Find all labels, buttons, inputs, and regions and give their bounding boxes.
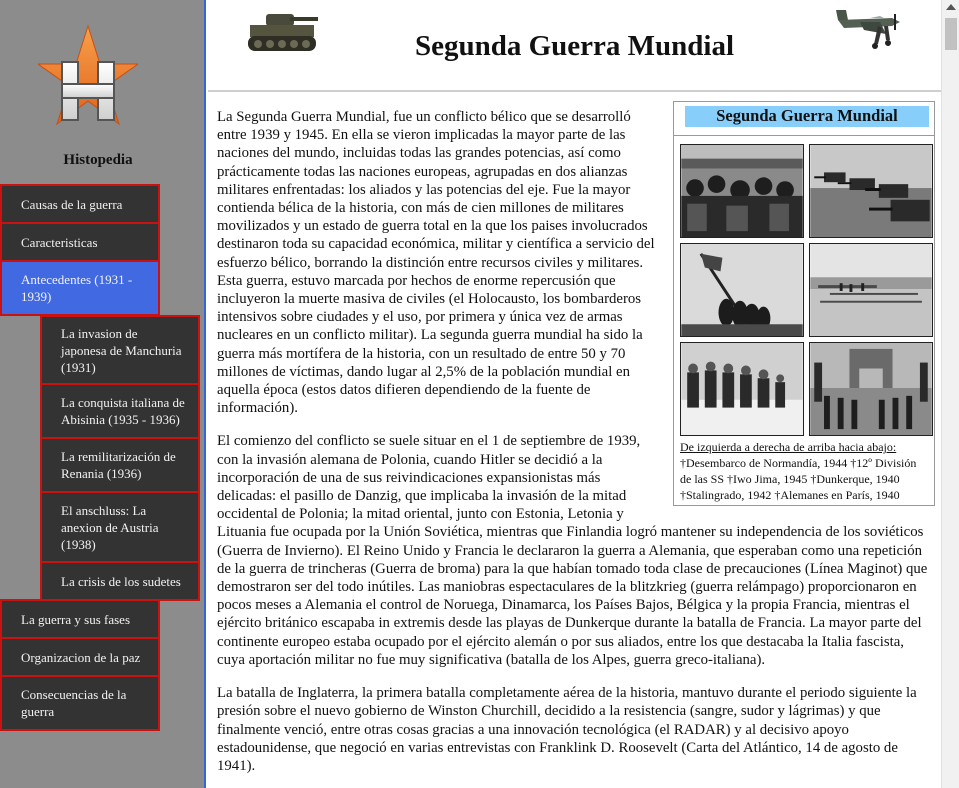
photo-normandy-landing[interactable] bbox=[680, 144, 804, 239]
nav-item-label: La crisis de los sudetes bbox=[61, 573, 181, 589]
nav-item-label: Causas de la guerra bbox=[21, 196, 123, 212]
nav-item-label: La conquista italiana de Abisinia (1935 … bbox=[61, 395, 185, 427]
nav-subitem-manchuria[interactable]: La invasion de japonesa de Manchuria (19… bbox=[40, 315, 200, 385]
nav-item-label: Organizacion de la paz bbox=[21, 649, 141, 665]
nav-item-consecuencias[interactable]: Consecuencias de la guerra bbox=[0, 675, 160, 731]
plane-icon bbox=[836, 10, 900, 49]
page-header: Segunda Guerra Mundial bbox=[208, 0, 941, 92]
article-content: Segunda Guerra Mundial De izquierda a de… bbox=[217, 101, 935, 788]
nav-item-paz[interactable]: Organizacion de la paz bbox=[0, 637, 160, 677]
photo-germans-in-paris[interactable] bbox=[809, 342, 933, 437]
infobox-divider bbox=[674, 135, 934, 137]
nav-item-fases[interactable]: La guerra y sus fases bbox=[0, 599, 160, 639]
photo-iwo-jima-flag[interactable] bbox=[680, 243, 804, 338]
photo-grid bbox=[680, 144, 933, 437]
sidebar: Histopedia Causas de la guerra Caracteri… bbox=[0, 0, 206, 788]
infobox-caption-title: De izquierda a derecha de arriba hacia a… bbox=[680, 440, 897, 455]
site-name: Histopedia bbox=[63, 152, 133, 168]
photo-dunkirk[interactable] bbox=[809, 243, 933, 338]
nav-subitem-renania[interactable]: La remilitarización de Renania (1936) bbox=[40, 437, 200, 493]
site-logo[interactable] bbox=[38, 24, 138, 136]
nav-item-label: La invasion de japonesa de Manchuria (19… bbox=[61, 325, 182, 375]
nav-subitem-abisinia[interactable]: La conquista italiana de Abisinia (1935 … bbox=[40, 383, 200, 439]
nav-subitem-anschluss[interactable]: El anschluss: La anexion de Austria (193… bbox=[40, 491, 200, 563]
article-paragraph: La batalla de Inglaterra, la primera bat… bbox=[217, 685, 917, 774]
page-title: Segunda Guerra Mundial bbox=[414, 30, 735, 62]
vertical-scrollbar[interactable] bbox=[941, 0, 959, 788]
infobox-title: Segunda Guerra Mundial bbox=[685, 106, 929, 128]
nav-item-label: La guerra y sus fases bbox=[21, 611, 131, 627]
nav-item-label: Caracteristicas bbox=[21, 234, 98, 250]
nav-item-label: La remilitarización de Renania (1936) bbox=[61, 449, 176, 481]
photo-ss-division-tanks[interactable] bbox=[809, 144, 933, 239]
infobox-caption: †Desembarco de Normandía, 1944 †12º Divi… bbox=[680, 456, 917, 503]
nav-item-causas[interactable]: Causas de la guerra bbox=[0, 184, 160, 224]
nav-subitem-sudetes[interactable]: La crisis de los sudetes bbox=[40, 561, 200, 601]
scroll-thumb[interactable] bbox=[945, 18, 957, 50]
photo-stalingrad[interactable] bbox=[680, 342, 804, 437]
nav-item-label: Consecuencias de la guerra bbox=[21, 687, 127, 719]
nav-item-label: El anschluss: La anexion de Austria (193… bbox=[61, 502, 159, 552]
scroll-up-arrow-icon[interactable] bbox=[946, 4, 956, 10]
infobox: Segunda Guerra Mundial De izquierda a de… bbox=[673, 101, 935, 507]
nav-item-caracteristicas[interactable]: Caracteristicas bbox=[0, 222, 160, 262]
nav-item-label: Antecedentes (1931 - 1939) bbox=[21, 272, 133, 304]
nav-item-antecedentes[interactable]: Antecedentes (1931 - 1939) bbox=[0, 260, 160, 316]
